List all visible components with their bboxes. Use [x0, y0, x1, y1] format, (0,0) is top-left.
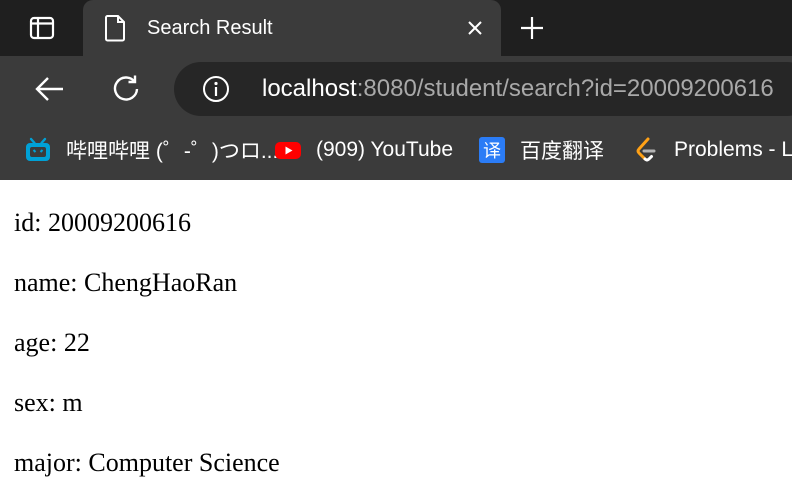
- page-icon: [105, 15, 125, 42]
- bookmark-label: Problems - Le: [674, 138, 792, 161]
- close-tab-button[interactable]: [463, 16, 487, 40]
- back-arrow-icon: [35, 77, 63, 101]
- tab-strip: Search Result: [0, 0, 792, 56]
- new-tab-button[interactable]: [513, 10, 551, 46]
- page-content: id: 20009200616 name: ChengHaoRan age: 2…: [0, 180, 792, 497]
- sex-value: m: [62, 388, 83, 417]
- student-age-row: age: 22: [14, 328, 90, 358]
- url-host: localhost: [262, 75, 357, 102]
- leetcode-icon: [632, 136, 660, 164]
- bookmarks-bar: 哔哩哔哩 (゜-゜)つロ... (909) YouTube 译 百度翻译 Pro…: [0, 122, 792, 180]
- url-text[interactable]: localhost:8080/student/search?id=2000920…: [262, 73, 774, 105]
- name-label: name:: [14, 268, 78, 297]
- student-name-row: name: ChengHaoRan: [14, 268, 237, 298]
- bookmark-bilibili[interactable]: 哔哩哔哩 (゜-゜)つロ...: [24, 132, 278, 168]
- bookmark-label: 哔哩哔哩 (゜-゜)つロ...: [66, 140, 279, 163]
- site-info-button[interactable]: [202, 75, 230, 103]
- back-button[interactable]: [28, 68, 70, 110]
- baidu-translate-icon: 译: [478, 136, 506, 164]
- browser-window: Search Result localhost:8080/student/sea…: [0, 0, 792, 497]
- tab-search-result[interactable]: Search Result: [83, 0, 501, 56]
- name-value: ChengHaoRan: [84, 268, 238, 297]
- youtube-icon: [274, 136, 302, 164]
- bookmark-baidu-translate[interactable]: 译 百度翻译: [478, 132, 604, 168]
- bookmark-label: (909) YouTube: [316, 138, 454, 161]
- url-path: :8080/student/search?id=20009200616: [356, 75, 774, 102]
- tab-title: Search Result: [147, 17, 273, 39]
- info-icon: [203, 76, 229, 102]
- student-id-row: id: 20009200616: [14, 208, 191, 238]
- id-value: 20009200616: [47, 208, 191, 237]
- address-bar[interactable]: localhost:8080/student/search?id=2000920…: [174, 62, 792, 116]
- refresh-button[interactable]: [105, 68, 147, 110]
- plus-icon: [521, 17, 543, 39]
- bookmark-leetcode[interactable]: Problems - Le: [632, 132, 792, 168]
- tab-actions-button[interactable]: [10, 8, 74, 48]
- student-sex-row: sex: m: [14, 388, 83, 418]
- id-label: id:: [14, 208, 42, 237]
- browser-toolbar: localhost:8080/student/search?id=2000920…: [0, 56, 792, 122]
- sex-label: sex:: [14, 388, 56, 417]
- bookmark-label: 百度翻译: [520, 140, 604, 163]
- student-major-row: major: Computer Science: [14, 448, 280, 478]
- tab-actions-icon: [29, 16, 55, 40]
- age-label: age:: [14, 328, 58, 357]
- age-value: 22: [63, 328, 90, 357]
- close-icon: [468, 21, 482, 35]
- major-label: major:: [14, 448, 82, 477]
- major-value: Computer Science: [88, 448, 280, 477]
- refresh-icon: [113, 75, 139, 101]
- bilibili-icon: [24, 136, 52, 164]
- svg-text:译: 译: [483, 141, 501, 162]
- bookmark-youtube[interactable]: (909) YouTube: [274, 132, 453, 168]
